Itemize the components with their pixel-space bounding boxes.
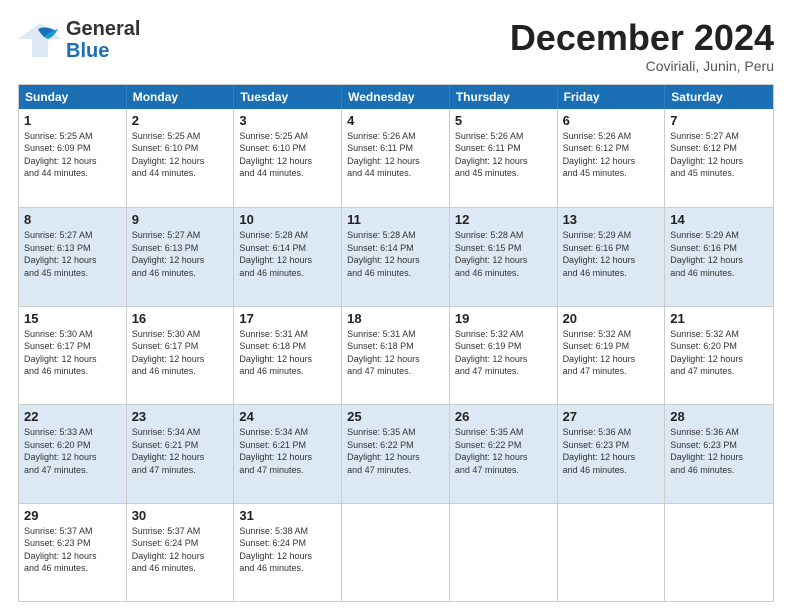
day-21: 21 Sunrise: 5:32 AMSunset: 6:20 PMDaylig…: [665, 307, 773, 404]
day-empty-2: [450, 504, 558, 601]
calendar-body: 1 Sunrise: 5:25 AMSunset: 6:09 PMDayligh…: [19, 109, 773, 601]
day-25: 25 Sunrise: 5:35 AMSunset: 6:22 PMDaylig…: [342, 405, 450, 502]
day-11: 11 Sunrise: 5:28 AMSunset: 6:14 PMDaylig…: [342, 208, 450, 305]
calendar-week-2: 15 Sunrise: 5:30 AMSunset: 6:17 PMDaylig…: [19, 306, 773, 404]
title-block: December 2024 Coviriali, Junin, Peru: [510, 18, 774, 74]
header-wednesday: Wednesday: [342, 85, 450, 109]
page: General Blue December 2024 Coviriali, Ju…: [0, 0, 792, 612]
day-2: 2 Sunrise: 5:25 AMSunset: 6:10 PMDayligh…: [127, 109, 235, 207]
calendar-week-0: 1 Sunrise: 5:25 AMSunset: 6:09 PMDayligh…: [19, 109, 773, 207]
header-friday: Friday: [558, 85, 666, 109]
day-empty-3: [558, 504, 666, 601]
day-3: 3 Sunrise: 5:25 AMSunset: 6:10 PMDayligh…: [234, 109, 342, 207]
day-17: 17 Sunrise: 5:31 AMSunset: 6:18 PMDaylig…: [234, 307, 342, 404]
day-14: 14 Sunrise: 5:29 AMSunset: 6:16 PMDaylig…: [665, 208, 773, 305]
day-15: 15 Sunrise: 5:30 AMSunset: 6:17 PMDaylig…: [19, 307, 127, 404]
day-22: 22 Sunrise: 5:33 AMSunset: 6:20 PMDaylig…: [19, 405, 127, 502]
calendar-title: December 2024: [510, 18, 774, 58]
header-saturday: Saturday: [665, 85, 773, 109]
day-18: 18 Sunrise: 5:31 AMSunset: 6:18 PMDaylig…: [342, 307, 450, 404]
header-sunday: Sunday: [19, 85, 127, 109]
calendar-subtitle: Coviriali, Junin, Peru: [510, 58, 774, 74]
day-16: 16 Sunrise: 5:30 AMSunset: 6:17 PMDaylig…: [127, 307, 235, 404]
day-30: 30 Sunrise: 5:37 AMSunset: 6:24 PMDaylig…: [127, 504, 235, 601]
day-1: 1 Sunrise: 5:25 AMSunset: 6:09 PMDayligh…: [19, 109, 127, 207]
header: General Blue December 2024 Coviriali, Ju…: [18, 18, 774, 74]
day-19: 19 Sunrise: 5:32 AMSunset: 6:19 PMDaylig…: [450, 307, 558, 404]
day-24: 24 Sunrise: 5:34 AMSunset: 6:21 PMDaylig…: [234, 405, 342, 502]
header-monday: Monday: [127, 85, 235, 109]
calendar-week-3: 22 Sunrise: 5:33 AMSunset: 6:20 PMDaylig…: [19, 404, 773, 502]
day-7: 7 Sunrise: 5:27 AMSunset: 6:12 PMDayligh…: [665, 109, 773, 207]
logo-bird-icon: [18, 21, 62, 59]
day-5: 5 Sunrise: 5:26 AMSunset: 6:11 PMDayligh…: [450, 109, 558, 207]
day-9: 9 Sunrise: 5:27 AMSunset: 6:13 PMDayligh…: [127, 208, 235, 305]
calendar-header-row: Sunday Monday Tuesday Wednesday Thursday…: [19, 85, 773, 109]
day-13: 13 Sunrise: 5:29 AMSunset: 6:16 PMDaylig…: [558, 208, 666, 305]
day-28: 28 Sunrise: 5:36 AMSunset: 6:23 PMDaylig…: [665, 405, 773, 502]
day-empty-4: [665, 504, 773, 601]
day-6: 6 Sunrise: 5:26 AMSunset: 6:12 PMDayligh…: [558, 109, 666, 207]
header-tuesday: Tuesday: [234, 85, 342, 109]
logo-general: General: [66, 18, 140, 40]
day-27: 27 Sunrise: 5:36 AMSunset: 6:23 PMDaylig…: [558, 405, 666, 502]
day-10: 10 Sunrise: 5:28 AMSunset: 6:14 PMDaylig…: [234, 208, 342, 305]
header-thursday: Thursday: [450, 85, 558, 109]
day-12: 12 Sunrise: 5:28 AMSunset: 6:15 PMDaylig…: [450, 208, 558, 305]
calendar: Sunday Monday Tuesday Wednesday Thursday…: [18, 84, 774, 602]
day-23: 23 Sunrise: 5:34 AMSunset: 6:21 PMDaylig…: [127, 405, 235, 502]
logo: General Blue: [18, 18, 140, 62]
day-8: 8 Sunrise: 5:27 AMSunset: 6:13 PMDayligh…: [19, 208, 127, 305]
logo-blue: Blue: [66, 40, 140, 62]
day-29: 29 Sunrise: 5:37 AMSunset: 6:23 PMDaylig…: [19, 504, 127, 601]
day-empty-1: [342, 504, 450, 601]
calendar-week-4: 29 Sunrise: 5:37 AMSunset: 6:23 PMDaylig…: [19, 503, 773, 601]
day-4: 4 Sunrise: 5:26 AMSunset: 6:11 PMDayligh…: [342, 109, 450, 207]
calendar-week-1: 8 Sunrise: 5:27 AMSunset: 6:13 PMDayligh…: [19, 207, 773, 305]
day-26: 26 Sunrise: 5:35 AMSunset: 6:22 PMDaylig…: [450, 405, 558, 502]
day-20: 20 Sunrise: 5:32 AMSunset: 6:19 PMDaylig…: [558, 307, 666, 404]
day-31: 31 Sunrise: 5:38 AMSunset: 6:24 PMDaylig…: [234, 504, 342, 601]
